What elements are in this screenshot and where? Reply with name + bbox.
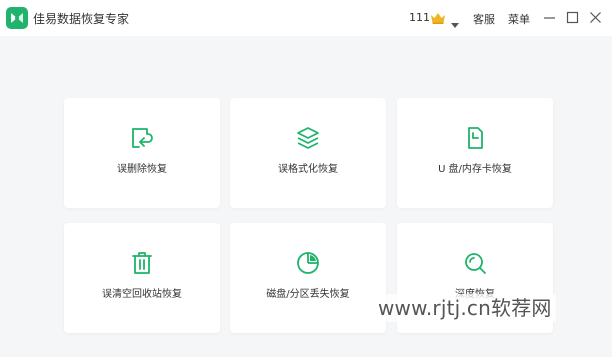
trash-icon	[128, 249, 156, 277]
card-format-recovery[interactable]: 误格式化恢复	[230, 98, 386, 208]
card-label: 误清空回收站恢复	[102, 289, 182, 300]
chevron-down-icon[interactable]	[451, 14, 459, 28]
card-recycle-bin-recovery[interactable]: 误清空回收站恢复	[64, 223, 220, 333]
watermark-text: www.rjtj.cn软荐网	[374, 294, 556, 322]
search-icon	[461, 249, 489, 277]
recycle-document-icon	[128, 124, 156, 152]
app-logo-icon	[6, 7, 28, 29]
sd-card-icon	[461, 124, 489, 152]
card-label: 磁盘/分区丢失恢复	[266, 289, 350, 300]
layers-icon	[294, 124, 322, 152]
vip-count[interactable]: 111	[409, 11, 430, 24]
close-icon[interactable]	[589, 11, 602, 24]
card-partition-recovery[interactable]: 磁盘/分区丢失恢复	[230, 223, 386, 333]
customer-service-link[interactable]: 客服	[473, 11, 495, 27]
card-label: 误删除恢复	[117, 164, 167, 175]
minimize-icon[interactable]	[543, 11, 556, 24]
crown-icon[interactable]	[430, 10, 446, 24]
menu-link[interactable]: 菜单	[508, 11, 530, 27]
card-deleted-recovery[interactable]: 误删除恢复	[64, 98, 220, 208]
watermark: www.rjtj.cn软荐网	[374, 292, 608, 326]
pie-partition-icon	[294, 249, 322, 277]
maximize-icon[interactable]	[566, 11, 579, 24]
app-title: 佳易数据恢复专家	[33, 12, 130, 26]
card-usb-card-recovery[interactable]: U 盘/内存卡恢复	[397, 98, 553, 208]
card-label: U 盘/内存卡恢复	[438, 164, 512, 175]
title-bar: 佳易数据恢复专家 111 客服 菜单	[0, 0, 612, 36]
card-label: 误格式化恢复	[278, 164, 338, 175]
